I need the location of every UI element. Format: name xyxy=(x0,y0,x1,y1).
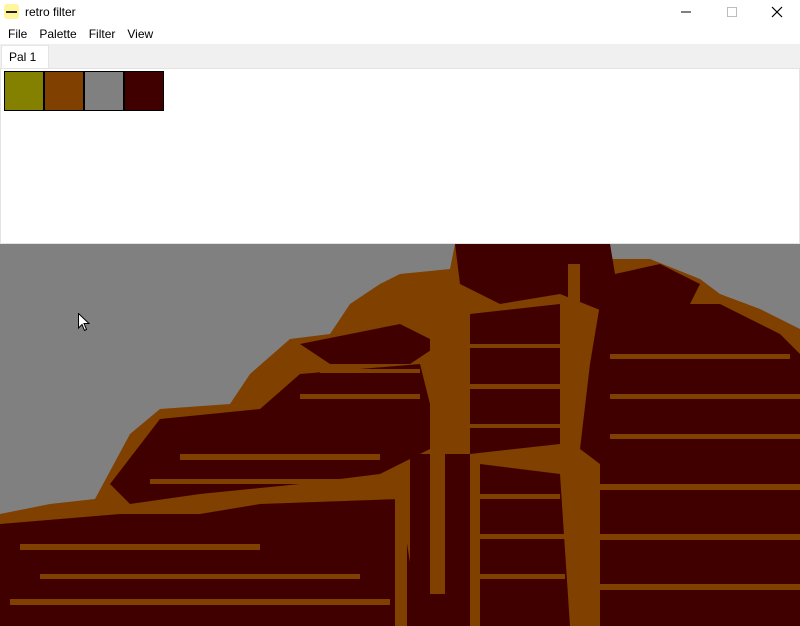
maximize-icon xyxy=(727,7,737,17)
mouse-cursor-icon xyxy=(78,313,90,332)
filtered-image xyxy=(0,244,800,626)
palette-swatches xyxy=(4,71,164,111)
image-canvas[interactable] xyxy=(0,244,800,626)
palette-swatch-2[interactable] xyxy=(44,71,84,111)
app-icon xyxy=(4,4,19,19)
app-window: retro filter File Palette Filter View Pa… xyxy=(0,0,800,626)
palette-swatch-1[interactable] xyxy=(4,71,44,111)
menu-filter[interactable]: Filter xyxy=(83,24,122,44)
menu-file[interactable]: File xyxy=(0,24,33,44)
minimize-icon xyxy=(681,11,691,13)
close-button[interactable] xyxy=(754,0,800,24)
palette-swatch-4[interactable] xyxy=(124,71,164,111)
menu-palette[interactable]: Palette xyxy=(33,24,82,44)
menu-bar: File Palette Filter View xyxy=(0,24,800,44)
minimize-button[interactable] xyxy=(663,0,709,24)
tab-pal-1[interactable]: Pal 1 xyxy=(1,45,49,68)
palette-tabs: Pal 1 xyxy=(0,44,800,244)
palette-panel xyxy=(0,68,800,244)
maximize-button[interactable] xyxy=(709,0,755,24)
title-bar[interactable]: retro filter xyxy=(0,0,800,24)
palette-swatch-3[interactable] xyxy=(84,71,124,111)
window-title: retro filter xyxy=(25,5,76,19)
close-icon xyxy=(771,6,783,18)
menu-view[interactable]: View xyxy=(121,24,159,44)
